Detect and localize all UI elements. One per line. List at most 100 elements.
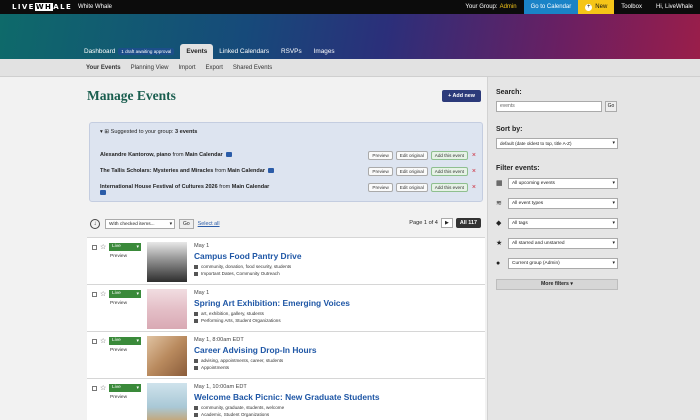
preview-link[interactable]: Preview (110, 395, 127, 400)
bulk-actions-bar: ↓ With checked items... ▾ Go Select all P… (87, 218, 485, 230)
status-dropdown[interactable]: Live (109, 384, 141, 392)
from-label: from (219, 184, 231, 190)
group-filter-select[interactable]: Current group (Admin) ▾ (508, 258, 618, 269)
mail-icon (267, 168, 274, 173)
arrow-down-circle-icon[interactable]: ↓ (90, 219, 100, 229)
more-filters-button[interactable]: More filters ▾ (496, 279, 618, 290)
status-dropdown[interactable]: Live (109, 290, 141, 298)
status-dropdown[interactable]: Live (109, 243, 141, 251)
sort-select[interactable]: default (date oldest to top, title A-Z) ▾ (496, 138, 618, 149)
preview-link[interactable]: Preview (110, 348, 127, 353)
row-checkbox[interactable] (92, 386, 97, 391)
tags-text: community, graduate, students, welcome (201, 405, 285, 410)
star-icon[interactable]: ☆ (100, 290, 106, 298)
date-filter-select[interactable]: All upcoming events ▾ (508, 178, 618, 189)
more-filters-label: More filters (540, 281, 569, 287)
star-icon[interactable]: ☆ (100, 243, 106, 251)
star-filter-select[interactable]: All starred and unstarred ▾ (508, 238, 618, 249)
edit-original-button[interactable]: Edit original (395, 151, 428, 160)
add-new-button[interactable]: + Add new (442, 90, 481, 102)
tab-images[interactable]: Images (308, 44, 341, 59)
with-checked-select[interactable]: With checked items... ▾ (105, 219, 175, 229)
tab-linked-calendars[interactable]: Linked Calendars (213, 44, 275, 59)
suggested-actions: Preview Edit original Add this event × (368, 151, 476, 160)
pagination: Page 1 of 4 ▶ All 117 (409, 218, 481, 228)
preview-link[interactable]: Preview (110, 254, 127, 259)
subnav-your-events[interactable]: Your Events (86, 65, 121, 71)
row-checkbox[interactable] (92, 245, 97, 250)
preview-button[interactable]: Preview (368, 151, 393, 160)
event-thumbnail[interactable] (147, 336, 187, 376)
approval-badge[interactable]: 1 draft awaiting approval (118, 48, 175, 55)
logo-text-mid: WH (34, 3, 54, 11)
event-title[interactable]: Spring Art Exhibition: Emerging Voices (194, 298, 350, 308)
category-icon (194, 271, 198, 276)
user-greeting[interactable]: Hi, LiveWhale (649, 0, 700, 14)
search-input[interactable]: events (496, 101, 602, 112)
group-label: Your Group: (465, 4, 498, 10)
filter-row: ● Current group (Admin) ▾ (496, 258, 618, 269)
row-checkbox[interactable] (92, 292, 97, 297)
star-icon[interactable]: ☆ (100, 384, 106, 392)
event-title[interactable]: Welcome Back Picnic: New Graduate Studen… (194, 392, 380, 402)
toolbox-menu[interactable]: Toolbox (614, 0, 649, 14)
subnav-export[interactable]: Export (206, 65, 223, 71)
next-page-button[interactable]: ▶ (440, 218, 453, 228)
subnav-shared-events[interactable]: Shared Events (233, 65, 272, 71)
tag-icon (194, 405, 198, 410)
add-this-event-button[interactable]: Add this event (430, 183, 468, 192)
filter-label: Filter events: (496, 165, 540, 172)
new-button[interactable]: + New (578, 0, 615, 14)
dismiss-icon[interactable]: × (472, 168, 476, 175)
source-calendar: Main Calendar (227, 168, 265, 174)
event-categories: Appointments (194, 365, 229, 370)
chevron-down-icon: ▾ (169, 221, 172, 227)
your-group[interactable]: Your Group: Admin (458, 0, 523, 14)
subnav-import[interactable]: Import (179, 65, 196, 71)
event-categories: Performing Arts, Student Organizations (194, 318, 281, 323)
livewhale-logo[interactable]: LIVEWHALE (0, 3, 78, 11)
event-title[interactable]: Campus Food Pantry Drive (194, 251, 302, 261)
dismiss-icon[interactable]: × (472, 184, 476, 191)
suggested-actions: Preview Edit original Add this event × (368, 167, 476, 176)
plus-icon: + (585, 3, 593, 11)
tab-events[interactable]: Events (180, 44, 214, 59)
event-thumbnail[interactable] (147, 383, 187, 420)
event-thumbnail[interactable] (147, 289, 187, 329)
select-all-link[interactable]: Select all (198, 221, 220, 227)
subnav-planning-view[interactable]: Planning View (131, 65, 169, 71)
row-checkbox[interactable] (92, 339, 97, 344)
star-icon[interactable]: ☆ (100, 337, 106, 345)
event-thumbnail[interactable] (147, 242, 187, 282)
event-title[interactable]: Career Advising Drop-In Hours (194, 345, 317, 355)
edit-original-button[interactable]: Edit original (395, 183, 428, 192)
show-all-button[interactable]: All 117 (455, 218, 481, 228)
edit-original-button[interactable]: Edit original (395, 167, 428, 176)
mail-icon (225, 152, 232, 157)
chevron-down-icon: ▾ (612, 180, 615, 186)
events-list: ☆ Live Preview May 1 Campus Food Pantry … (87, 237, 485, 420)
preview-button[interactable]: Preview (368, 183, 393, 192)
tab-dashboard[interactable]: Dashboard 1 draft awaiting approval (78, 44, 180, 59)
tag-filter-select[interactable]: All tags ▾ (508, 218, 618, 229)
sort-label: Sort by: (496, 126, 523, 133)
suggested-header[interactable]: ▾ ⊞ Suggested to your group: 3 events (100, 129, 197, 135)
status-dropdown[interactable]: Live (109, 337, 141, 345)
group-value: Admin (499, 4, 517, 10)
type-filter-select[interactable]: All event types ▾ (508, 198, 618, 209)
add-this-event-button[interactable]: Add this event (430, 167, 468, 176)
suggested-events-panel: ▾ ⊞ Suggested to your group: 3 events Al… (89, 122, 483, 202)
filter-row: ◆ All tags ▾ (496, 218, 618, 229)
site-name[interactable]: White Whale (78, 4, 112, 10)
tab-rsvps[interactable]: RSVPs (275, 44, 308, 59)
event-tags: community, graduate, students, welcome (194, 405, 284, 410)
page-info: Page 1 of 4 (409, 220, 438, 226)
search-go-button[interactable]: Go (605, 101, 617, 112)
add-this-event-button[interactable]: Add this event (430, 151, 468, 160)
preview-button[interactable]: Preview (368, 167, 393, 176)
bulk-go-button[interactable]: Go (179, 219, 194, 229)
filter-row: ≋ All event types ▾ (496, 198, 618, 209)
dismiss-icon[interactable]: × (472, 152, 476, 159)
go-to-calendar-button[interactable]: Go to Calendar (523, 0, 579, 14)
preview-link[interactable]: Preview (110, 301, 127, 306)
